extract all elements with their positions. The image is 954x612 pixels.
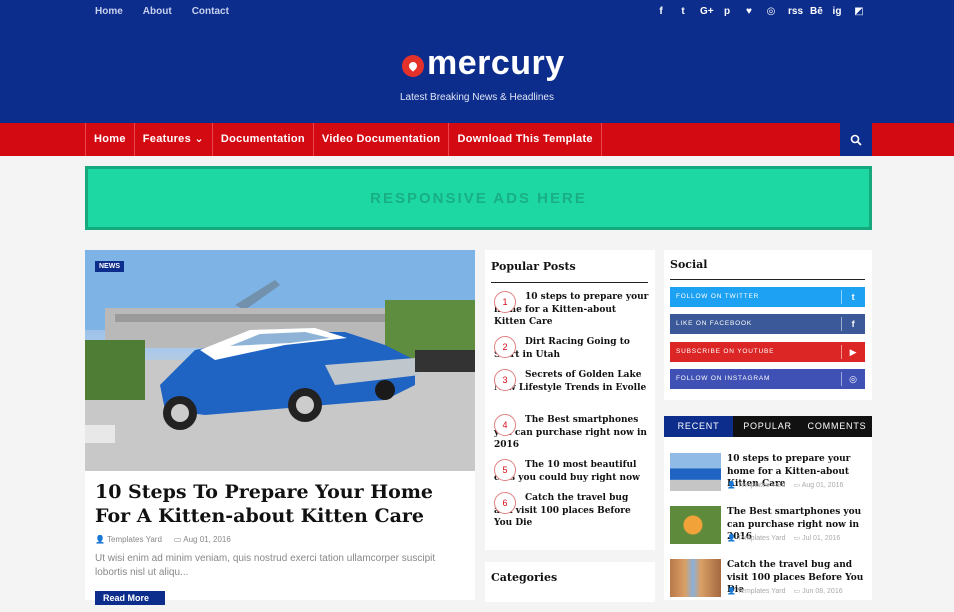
- post-thumbnail[interactable]: [670, 453, 721, 491]
- ads-text: RESPONSIVE ADS HERE: [370, 189, 587, 207]
- post-thumbnail[interactable]: [670, 506, 721, 544]
- search-icon: [850, 134, 862, 146]
- pinterest-icon[interactable]: p: [722, 6, 732, 17]
- divider: [670, 279, 865, 280]
- subscribe-youtube-button[interactable]: SUBSCRIBE ON YOUTUBE ▶: [670, 342, 865, 362]
- rss-icon[interactable]: rss: [788, 6, 803, 17]
- follow-instagram-button[interactable]: FOLLOW ON INSTAGRAM ◎: [670, 369, 865, 389]
- top-links: Home About Contact: [95, 6, 229, 17]
- logo-icon: [402, 54, 424, 77]
- youtube-icon: ▶: [841, 345, 865, 359]
- user-icon: 👤: [727, 535, 736, 542]
- featured-post: NEWS 10 Steps To Prepare Your Home For A…: [85, 250, 475, 605]
- calendar-icon: ▭: [173, 535, 182, 544]
- chevron-down-icon: ⌄: [194, 133, 204, 145]
- site-logo[interactable]: mercury: [402, 44, 565, 83]
- popular-posts-widget: Popular Posts 1 10 steps to prepare your …: [485, 250, 655, 550]
- facebook-icon: f: [841, 317, 865, 331]
- post-thumbnail[interactable]: [670, 559, 721, 597]
- delicious-icon[interactable]: ◩: [854, 6, 864, 17]
- dribbble-icon[interactable]: ◎: [766, 6, 776, 17]
- list-item[interactable]: 3 Secrets of Golden Lake New Lifestyle Tr…: [494, 369, 650, 414]
- calendar-icon: ▭: [793, 535, 801, 542]
- category-badge[interactable]: NEWS: [95, 261, 124, 272]
- nav-item-features[interactable]: Features ⌄: [135, 123, 213, 156]
- twitter-icon: t: [841, 290, 865, 304]
- top-link-home[interactable]: Home: [95, 6, 123, 17]
- google-plus-icon[interactable]: G+: [700, 6, 714, 17]
- list-item[interactable]: 10 steps to prepare your home for a Kitt…: [670, 453, 868, 506]
- post-meta: 👤 Templates Yard ▭ Jun 08, 2016: [727, 588, 843, 595]
- tab-bar: RECENT POPULAR COMMENTS: [664, 416, 872, 437]
- nav-item-documentation[interactable]: Documentation: [213, 123, 314, 156]
- list-item[interactable]: Catch the travel bug and visit 100 place…: [670, 559, 868, 612]
- car-image: [85, 250, 475, 471]
- featured-image[interactable]: NEWS: [85, 250, 475, 471]
- behance-icon[interactable]: Bē: [810, 6, 823, 17]
- popular-posts-list: 1 10 steps to prepare your home for a Kit…: [494, 291, 650, 537]
- list-item[interactable]: 1 10 steps to prepare your home for a Kit…: [494, 291, 650, 336]
- date: ▭ Aug 01, 2016: [173, 535, 231, 544]
- nav-item-home[interactable]: Home: [85, 123, 135, 156]
- top-link-contact[interactable]: Contact: [192, 6, 229, 17]
- user-icon: 👤: [727, 588, 736, 595]
- list-item[interactable]: 4 The Best smartphones you can purchase r…: [494, 414, 650, 459]
- widget-title: Categories: [491, 571, 558, 584]
- calendar-icon: ▭: [793, 588, 801, 595]
- ads-banner[interactable]: RESPONSIVE ADS HERE: [85, 166, 872, 230]
- recent-posts-list: 10 steps to prepare your home for a Kitt…: [670, 453, 868, 612]
- site-header: Home About Contact f t G+ p ♥ ◎ rss Bē i…: [0, 0, 954, 123]
- tab-recent[interactable]: RECENT: [664, 416, 733, 437]
- author: 👤 Templates Yard: [95, 535, 162, 544]
- logo-text: mercury: [427, 44, 565, 82]
- nav-item-video-documentation[interactable]: Video Documentation: [314, 123, 450, 156]
- user-icon: 👤: [95, 535, 105, 544]
- facebook-icon[interactable]: f: [656, 6, 666, 17]
- list-item[interactable]: 6 Catch the travel bug and visit 100 plac…: [494, 492, 650, 537]
- calendar-icon: ▭: [793, 482, 801, 489]
- featured-post-title[interactable]: 10 Steps To Prepare Your Home For A Kitt…: [95, 480, 465, 528]
- site-tagline: Latest Breaking News & Headlines: [400, 92, 554, 103]
- divider: [491, 282, 648, 283]
- top-social-icons: f t G+ p ♥ ◎ rss Bē ig ◩: [656, 6, 864, 17]
- widget-title: Popular Posts: [491, 260, 576, 273]
- nav-item-download[interactable]: Download This Template: [449, 123, 602, 156]
- post-meta: 👤 Templates Yard ▭ Aug 01, 2016: [727, 482, 844, 489]
- heart-icon[interactable]: ♥: [744, 6, 754, 17]
- search-button[interactable]: [840, 123, 872, 156]
- twitter-icon[interactable]: t: [678, 6, 688, 17]
- widget-title: Social: [670, 258, 708, 271]
- post-meta: 👤 Templates Yard ▭ Jul 01, 2016: [727, 535, 841, 542]
- list-item[interactable]: 5 The 10 most beautiful cars you could bu…: [494, 459, 650, 492]
- main-nav: Home Features ⌄ Documentation Video Docu…: [0, 123, 954, 156]
- read-more-button[interactable]: Read More: [95, 591, 165, 605]
- post-meta: 👤 Templates Yard ▭ Aug 01, 2016: [95, 535, 231, 544]
- tabbed-posts-widget: RECENT POPULAR COMMENTS 10 steps to prep…: [664, 416, 872, 600]
- user-icon: 👤: [727, 482, 736, 489]
- instagram-icon[interactable]: ig: [832, 6, 842, 17]
- tab-comments[interactable]: COMMENTS: [802, 416, 872, 437]
- instagram-icon: ◎: [841, 372, 865, 386]
- social-widget: Social FOLLOW ON TWITTER t LIKE ON FACEBO…: [664, 250, 872, 400]
- follow-twitter-button[interactable]: FOLLOW ON TWITTER t: [670, 287, 865, 307]
- post-excerpt: Ut wisi enim ad minim veniam, quis nostr…: [95, 553, 436, 578]
- top-link-about[interactable]: About: [143, 6, 172, 17]
- like-facebook-button[interactable]: LIKE ON FACEBOOK f: [670, 314, 865, 334]
- list-item[interactable]: The Best smartphones you can purchase ri…: [670, 506, 868, 559]
- tab-popular[interactable]: POPULAR: [733, 416, 802, 437]
- list-item[interactable]: 2 Dirt Racing Going to Start in Utah: [494, 336, 650, 369]
- categories-widget: Categories: [485, 562, 655, 602]
